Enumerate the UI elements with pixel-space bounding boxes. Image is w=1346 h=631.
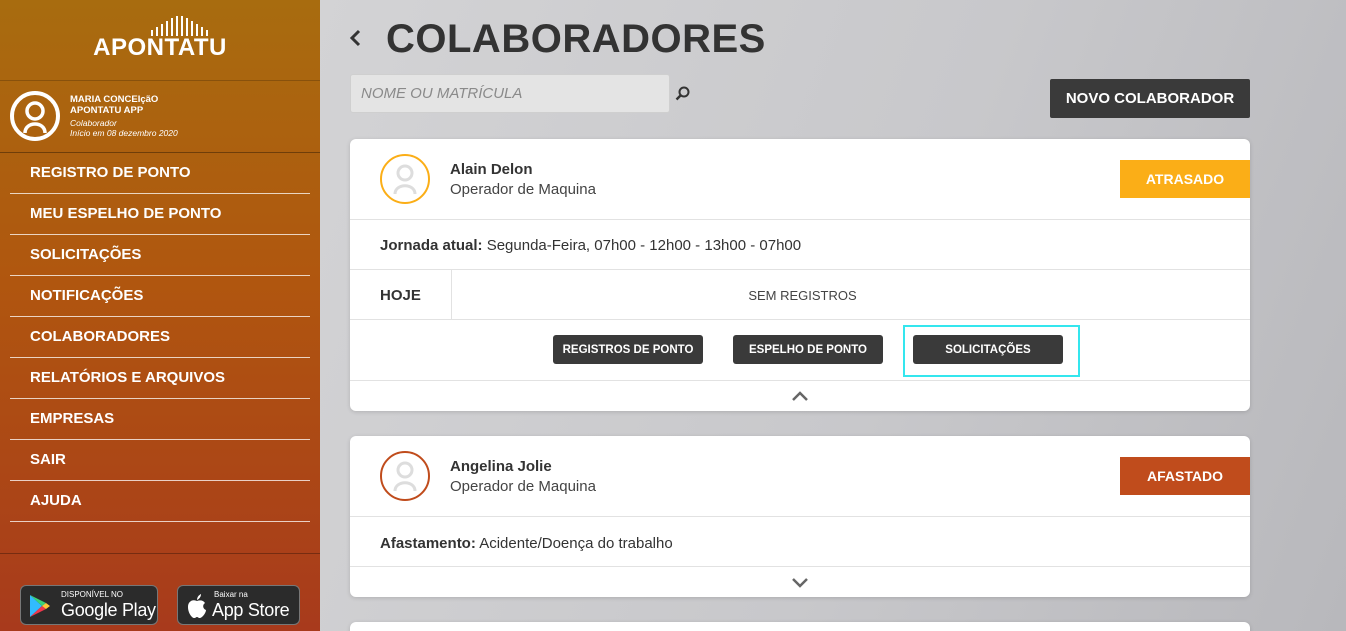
back-chevron-icon[interactable] xyxy=(348,24,362,55)
sidebar-item-colaboradores[interactable]: COLABORADORES xyxy=(10,317,310,358)
user-profile: MARIA CONCEIçãO APONTATU APP Colaborador… xyxy=(0,80,320,153)
google-play-button[interactable]: DISPONÍVEL NO Google Play xyxy=(20,585,158,625)
sidebar-item-solicitacoes[interactable]: SOLICITAÇÕES xyxy=(10,235,310,276)
employee-avatar-icon xyxy=(380,451,430,501)
employee-name[interactable]: Angelina Jolie xyxy=(450,458,552,475)
schedule-row: Jornada atual: Segunda-Feira, 07h00 - 12… xyxy=(350,219,1250,269)
employee-avatar-icon xyxy=(380,154,430,204)
app-store-button[interactable]: Baixar na App Store xyxy=(177,585,300,625)
google-play-icon xyxy=(30,595,50,617)
apple-icon xyxy=(188,594,206,618)
expand-row xyxy=(350,566,1250,597)
google-play-big-text: Google Play xyxy=(61,600,156,620)
user-since: Início em 08 dezembro 2020 xyxy=(70,128,178,138)
today-label: HOJE xyxy=(380,287,421,304)
collapse-row xyxy=(350,380,1250,411)
sidebar-item-notificacoes[interactable]: NOTIFICAÇÕES xyxy=(10,276,310,317)
logo-bars-icon xyxy=(38,16,320,36)
sidebar-item-sair[interactable]: SAIR xyxy=(10,440,310,481)
sidebar: APONTATU MARIA CONCEIçãO APONTATU APP Co… xyxy=(0,0,320,631)
espelho-de-ponto-button[interactable]: ESPELHO DE PONTO xyxy=(733,335,883,364)
leave-text: Afastamento: Acidente/Doença do trabalho xyxy=(380,535,673,552)
employee-card: Alain Delon Operador de Maquina ATRASADO… xyxy=(350,139,1250,411)
sidebar-item-ajuda[interactable]: AJUDA xyxy=(10,481,310,522)
google-play-small-text: DISPONÍVEL NO xyxy=(61,590,123,599)
today-value: SEM REGISTROS xyxy=(748,288,857,303)
employee-role: Operador de Maquina xyxy=(450,181,596,198)
employee-card xyxy=(350,622,1250,631)
chevron-down-icon[interactable] xyxy=(350,575,1250,593)
status-badge: ATRASADO xyxy=(1120,160,1250,198)
sidebar-item-registro-de-ponto[interactable]: REGISTRO DE PONTO xyxy=(10,153,310,194)
user-info: MARIA CONCEIçãO APONTATU APP Colaborador… xyxy=(70,94,178,138)
schedule-label: Jornada atual: xyxy=(380,237,483,254)
app-store-big-text: App Store xyxy=(212,600,290,620)
search-icon[interactable] xyxy=(675,86,691,107)
registros-de-ponto-button[interactable]: REGISTROS DE PONTO xyxy=(553,335,703,364)
status-badge: AFASTADO xyxy=(1120,457,1250,495)
schedule-value: Segunda-Feira, 07h00 - 12h00 - 13h00 - 0… xyxy=(486,237,802,254)
actions-row: REGISTROS DE PONTO ESPELHO DE PONTO SOLI… xyxy=(350,319,1250,380)
employee-role: Operador de Maquina xyxy=(450,478,596,495)
employee-name[interactable]: Alain Delon xyxy=(450,161,533,178)
app-store-small-text: Baixar na xyxy=(214,590,248,599)
sidebar-item-meu-espelho-de-ponto[interactable]: MEU ESPELHO DE PONTO xyxy=(10,194,310,235)
logo-text: APONTATU xyxy=(93,34,227,61)
leave-value: Acidente/Doença do trabalho xyxy=(479,535,673,552)
page-title: COLABORADORES xyxy=(386,17,766,61)
main-content: COLABORADORES NOVO COLABORADOR Alain Del… xyxy=(320,0,1346,631)
today-row: HOJE SEM REGISTROS xyxy=(350,269,1250,319)
solicitacoes-button[interactable]: SOLICITAÇÕES xyxy=(913,335,1063,364)
sidebar-menu: REGISTRO DE PONTO MEU ESPELHO DE PONTO S… xyxy=(10,153,310,522)
user-name: MARIA CONCEIçãO xyxy=(70,94,159,105)
employee-card: Angelina Jolie Operador de Maquina AFAST… xyxy=(350,436,1250,597)
leave-row: Afastamento: Acidente/Doença do trabalho xyxy=(350,516,1250,566)
chevron-up-icon[interactable] xyxy=(350,389,1250,407)
search-input[interactable] xyxy=(350,74,670,113)
sidebar-item-relatorios-e-arquivos[interactable]: RELATÓRIOS E ARQUIVOS xyxy=(10,358,310,399)
user-avatar-icon xyxy=(10,91,60,141)
schedule-text: Jornada atual: Segunda-Feira, 07h00 - 12… xyxy=(380,237,801,254)
sidebar-item-empresas[interactable]: EMPRESAS xyxy=(10,399,310,440)
new-collaborator-button[interactable]: NOVO COLABORADOR xyxy=(1050,79,1250,118)
apontatu-logo[interactable]: APONTATU xyxy=(0,16,320,62)
user-role: Colaborador xyxy=(70,118,117,128)
store-links: DISPONÍVEL NO Google Play Baixar na App … xyxy=(0,553,320,631)
user-company: APONTATU APP xyxy=(70,105,144,116)
leave-label: Afastamento: xyxy=(380,535,476,552)
